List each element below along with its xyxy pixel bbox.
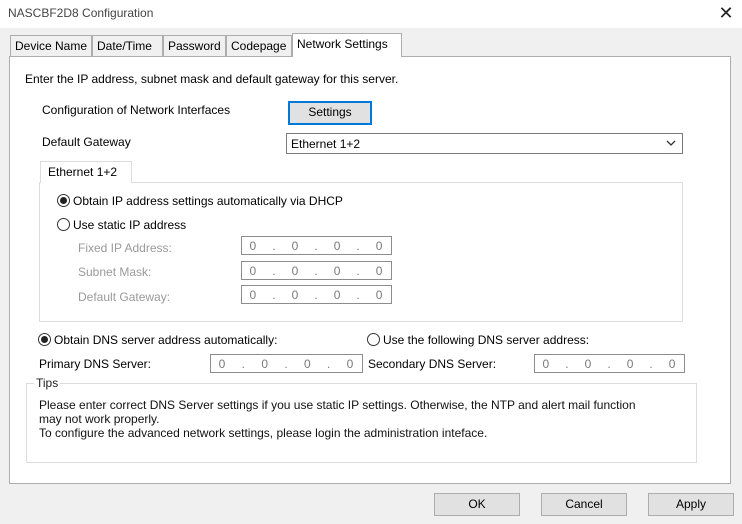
- dot: .: [356, 238, 361, 253]
- primary-dns-label: Primary DNS Server:: [39, 357, 152, 371]
- tab-password[interactable]: Password: [163, 35, 226, 56]
- static-gateway-label: Default Gateway:: [78, 290, 171, 304]
- static-gateway-field[interactable]: 0. 0. 0. 0: [241, 285, 392, 304]
- tab-network-settings[interactable]: Network Settings: [292, 33, 402, 57]
- tips-line: may not work properly.: [39, 412, 160, 426]
- octet: 0: [584, 356, 593, 371]
- octet: 0: [375, 238, 384, 253]
- octet: 0: [375, 263, 384, 278]
- octet: 0: [626, 356, 635, 371]
- octet: 0: [333, 263, 342, 278]
- octet: 0: [249, 287, 258, 302]
- dot: .: [649, 356, 654, 371]
- octet: 0: [375, 287, 384, 302]
- dot: .: [272, 238, 277, 253]
- window-title: NASCBF2D8 Configuration: [8, 6, 154, 20]
- dhcp-label: Obtain IP address settings automatically…: [73, 194, 343, 208]
- secondary-dns-field[interactable]: 0. 0. 0. 0: [534, 354, 685, 373]
- static-ip-label: Use static IP address: [73, 218, 187, 232]
- octet: 0: [346, 356, 355, 371]
- octet: 0: [333, 287, 342, 302]
- cancel-button[interactable]: Cancel: [541, 493, 627, 516]
- dot: .: [272, 263, 277, 278]
- dns-manual-radio[interactable]: [367, 333, 380, 346]
- octet: 0: [291, 238, 300, 253]
- octet: 0: [261, 356, 269, 371]
- dot: .: [356, 263, 361, 278]
- dot: .: [326, 356, 332, 371]
- dot: .: [272, 287, 277, 302]
- dot: .: [314, 287, 319, 302]
- dot: .: [241, 356, 246, 371]
- tips-legend: Tips: [34, 376, 61, 390]
- tips-line: To configure the advanced network settin…: [39, 426, 488, 440]
- dot: .: [284, 356, 289, 371]
- settings-button[interactable]: Settings: [288, 101, 372, 125]
- static-ip-radio[interactable]: [57, 218, 70, 231]
- octet: 0: [668, 356, 677, 371]
- dot: .: [314, 263, 319, 278]
- fixed-ip-label: Fixed IP Address:: [78, 241, 172, 255]
- interfaces-label: Configuration of Network Interfaces: [42, 103, 231, 117]
- secondary-dns-label: Secondary DNS Server:: [368, 357, 497, 371]
- octet: 0: [218, 356, 227, 371]
- tips-line: Please enter correct DNS Server settings…: [39, 398, 636, 412]
- dot: .: [607, 356, 612, 371]
- tab-date-time[interactable]: Date/Time: [92, 35, 163, 56]
- octet: 0: [333, 238, 342, 253]
- octet: 0: [249, 238, 258, 253]
- tab-device-name[interactable]: Device Name: [10, 35, 92, 56]
- fixed-ip-field[interactable]: 0. 0. 0. 0: [241, 236, 392, 255]
- chevron-down-icon: [666, 140, 676, 146]
- dns-auto-radio[interactable]: [38, 333, 51, 346]
- intro-text: Enter the IP address, subnet mask and de…: [25, 72, 399, 86]
- subnet-mask-field[interactable]: 0. 0. 0. 0: [241, 261, 392, 280]
- dns-auto-label: Obtain DNS server address automatically:: [54, 333, 278, 347]
- dhcp-radio[interactable]: [57, 194, 70, 207]
- octet: 0: [291, 263, 300, 278]
- default-gateway-label: Default Gateway: [42, 135, 131, 149]
- primary-dns-field[interactable]: 0. 0. 0. 0: [210, 354, 363, 373]
- ok-button[interactable]: OK: [434, 493, 520, 516]
- octet: 0: [303, 356, 312, 371]
- octet: 0: [249, 263, 258, 278]
- subnet-mask-label: Subnet Mask:: [78, 265, 152, 279]
- dot: .: [565, 356, 570, 371]
- octet: 0: [291, 287, 300, 302]
- tab-codepage[interactable]: Codepage: [226, 35, 292, 56]
- tab-ethernet[interactable]: Ethernet 1+2: [40, 161, 132, 183]
- default-gateway-select[interactable]: Ethernet 1+2: [286, 133, 683, 154]
- dot: .: [356, 287, 361, 302]
- octet: 0: [542, 356, 551, 371]
- close-icon[interactable]: ✕: [716, 3, 736, 23]
- dot: .: [314, 238, 319, 253]
- apply-button[interactable]: Apply: [648, 493, 734, 516]
- dns-manual-label: Use the following DNS server address:: [383, 333, 590, 347]
- default-gateway-value: Ethernet 1+2: [291, 137, 361, 151]
- tips-text: Please enter correct DNS Server settings…: [39, 398, 689, 440]
